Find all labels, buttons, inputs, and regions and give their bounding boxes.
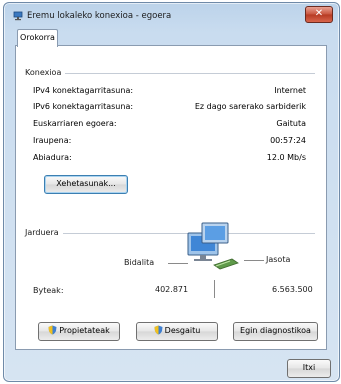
speed-value: 12.0 Mb/s [266,153,306,162]
connection-heading: Konexioa [25,68,62,77]
sent-label: Bidalita [124,258,155,267]
network-icon [13,11,23,21]
tab-general[interactable]: Orokorra [17,29,58,47]
shield-icon [154,325,163,335]
tab-panel: Konexioa IPv4 konektagarritasuna: Intern… [15,45,327,350]
media-state-value: Gaituta [276,119,306,128]
properties-label: Propietateak [59,326,110,335]
bytes-label: Byteak: [33,286,64,295]
details-button[interactable]: Xehetasunak... [44,175,128,194]
received-label: Jasota [266,255,291,264]
media-state-label: Euskarriaren egoera: [33,119,117,128]
ipv4-value: Internet [274,86,306,95]
status-dialog: Eremu lokaleko konexioa - egoera ✕ Oroko… [3,2,340,382]
bytes-divider [214,280,215,298]
disable-label: Desgaitu [164,326,201,335]
ipv6-value: Ez dago sarerako sarbiderik [194,102,306,111]
diagnose-button[interactable]: Egin diagnostikoa [233,322,318,341]
duration-value: 00:57:24 [270,136,306,145]
ipv6-label: IPv6 konektagarritasuna: [33,102,134,111]
bytes-received-value: 6.563.500 [272,285,313,294]
properties-button[interactable]: Propietateak [38,322,120,341]
window-title: Eremu lokaleko konexioa - egoera [27,11,172,21]
close-icon[interactable]: ✕ [305,6,333,23]
bytes-sent-value: 402.871 [155,285,189,294]
title-bar[interactable]: Eremu lokaleko konexioa - egoera ✕ [4,3,339,29]
computers-icon [187,222,239,270]
shield-icon [48,325,57,335]
speed-label: Abiadura: [33,153,72,162]
ipv4-label: IPv4 konektagarritasuna: [33,86,134,95]
activity-heading: Jarduera [25,228,59,237]
connection-divider [65,73,315,74]
duration-label: Iraupena: [33,136,72,145]
disable-button[interactable]: Desgaitu [136,322,218,341]
close-button[interactable]: Itxi [287,359,331,378]
